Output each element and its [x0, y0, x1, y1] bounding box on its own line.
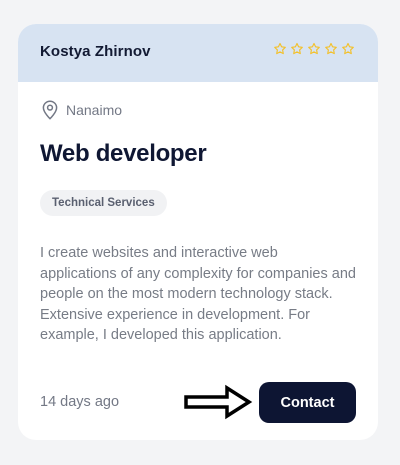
- posted-date: 14 days ago: [40, 394, 120, 410]
- author-name[interactable]: Kostya Zhirnov: [40, 43, 151, 60]
- star-outline-icon[interactable]: [273, 42, 287, 56]
- card-header: Kostya Zhirnov: [18, 24, 378, 82]
- star-outline-icon[interactable]: [324, 42, 338, 56]
- freelancer-card: Kostya Zhirnov Nanaimo Web developer Tec…: [18, 24, 378, 440]
- star-outline-icon[interactable]: [307, 42, 321, 56]
- star-outline-icon[interactable]: [290, 42, 304, 56]
- location-pin-icon: [42, 100, 58, 120]
- category-tag[interactable]: Technical Services: [40, 190, 167, 216]
- job-title: Web developer: [40, 140, 207, 167]
- star-outline-icon[interactable]: [341, 42, 355, 56]
- job-description: I create websites and interactive web ap…: [40, 245, 356, 343]
- location-text: Nanaimo: [66, 102, 123, 118]
- contact-button[interactable]: Contact: [259, 382, 356, 423]
- rating: [273, 42, 355, 60]
- location: Nanaimo: [42, 100, 122, 120]
- arrow-right-icon: [184, 384, 253, 420]
